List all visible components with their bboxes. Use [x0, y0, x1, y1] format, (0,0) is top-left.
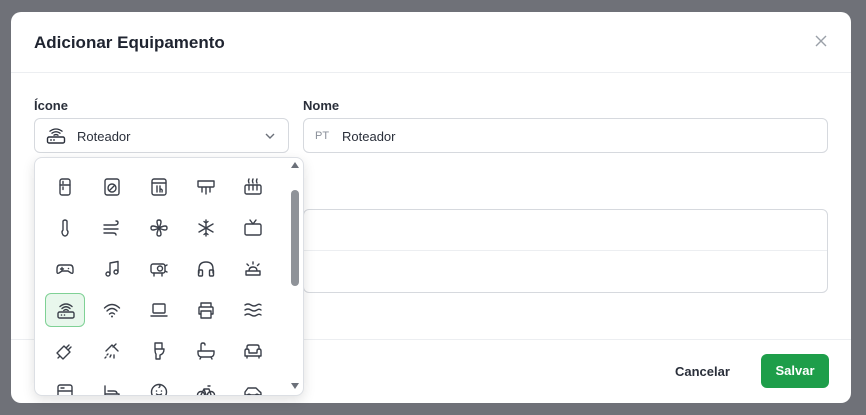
scroll-down-arrow-icon[interactable]: [290, 381, 300, 391]
icon-select-value: Roteador: [77, 129, 131, 144]
icon-option-wifi[interactable]: [92, 293, 132, 327]
plug-icon: [56, 344, 72, 360]
shower-icon: [104, 343, 119, 359]
close-icon[interactable]: [813, 33, 829, 49]
icon-option-bicycle[interactable]: [186, 375, 226, 395]
scrollbar-thumb[interactable]: [291, 190, 299, 286]
icon-option-shower[interactable]: [92, 334, 132, 368]
router-icon: [46, 128, 66, 144]
oven-icon: [151, 178, 167, 196]
air-conditioner-icon: [197, 180, 215, 195]
icon-option-air-conditioner[interactable]: [186, 170, 226, 204]
icon-option-fridge[interactable]: [45, 170, 85, 204]
alarm-icon: [245, 261, 261, 276]
washing-machine-icon: [104, 178, 120, 196]
divider: [304, 250, 827, 251]
icon-option-tv[interactable]: [233, 211, 273, 245]
icon-picker-dropdown: [34, 157, 304, 396]
language-prefix: PT: [315, 130, 330, 142]
snowflake-icon: [198, 219, 214, 237]
icon-option-washing-machine[interactable]: [92, 170, 132, 204]
save-button[interactable]: Salvar: [761, 354, 829, 388]
projector-icon: [150, 263, 168, 277]
icon-field-label: Ícone: [34, 98, 68, 113]
thermometer-icon: [61, 219, 69, 237]
icon-option-baby[interactable]: [139, 375, 179, 395]
icon-option-headphones[interactable]: [186, 252, 226, 286]
sofa-icon: [244, 344, 262, 359]
wifi-icon: [103, 303, 121, 318]
bicycle-icon: [196, 385, 216, 395]
modal-title: Adicionar Equipamento: [34, 33, 225, 52]
icon-option-laptop[interactable]: [139, 293, 179, 327]
icon-option-printer[interactable]: [186, 293, 226, 327]
icon-option-gamepad[interactable]: [45, 252, 85, 286]
name-field[interactable]: PT Roteador: [303, 118, 828, 153]
laptop-icon: [150, 303, 168, 317]
name-field-label: Nome: [303, 98, 340, 113]
baby-icon: [150, 383, 168, 395]
icon-option-bed[interactable]: [92, 375, 132, 395]
toilet-icon: [154, 342, 165, 360]
icon-option-snowflake[interactable]: [186, 211, 226, 245]
icon-option-wind[interactable]: [92, 211, 132, 245]
icon-option-toilet[interactable]: [139, 334, 179, 368]
icon-option-router[interactable]: [45, 293, 85, 327]
tv-icon: [244, 219, 262, 236]
icon-option-plug[interactable]: [45, 334, 85, 368]
icon-option-projector[interactable]: [139, 252, 179, 286]
cancel-button[interactable]: Cancelar: [675, 364, 730, 379]
icon-option-fan[interactable]: [139, 211, 179, 245]
icon-select[interactable]: Roteador: [34, 118, 289, 153]
bed-top-icon: [57, 384, 73, 395]
fan-icon: [150, 219, 168, 237]
fridge-icon: [59, 178, 71, 196]
icon-option-alarm[interactable]: [233, 252, 273, 286]
bathtub-icon: [197, 342, 215, 360]
heater-icon: [244, 178, 262, 195]
gamepad-icon: [56, 264, 74, 275]
name-field-value[interactable]: Roteador: [342, 129, 395, 144]
icon-option-car[interactable]: [233, 375, 273, 395]
icon-option-bed-top[interactable]: [45, 375, 85, 395]
car-icon: [244, 387, 262, 395]
modal-header: Adicionar Equipamento: [11, 12, 851, 73]
bed-icon: [104, 385, 120, 395]
router-icon: [57, 303, 75, 319]
icon-option-bathtub[interactable]: [186, 334, 226, 368]
description-field[interactable]: [303, 209, 828, 293]
icon-option-music[interactable]: [92, 252, 132, 286]
icon-option-waves[interactable]: [233, 293, 273, 327]
printer-icon: [198, 302, 214, 319]
icon-option-heater[interactable]: [233, 170, 273, 204]
music-icon: [105, 260, 119, 277]
wind-icon: [103, 220, 119, 236]
scroll-up-arrow-icon[interactable]: [290, 160, 300, 170]
chevron-down-icon: [265, 133, 275, 139]
waves-icon: [244, 303, 262, 317]
icon-option-sofa[interactable]: [233, 334, 273, 368]
headphones-icon: [197, 261, 215, 277]
icon-option-thermometer[interactable]: [45, 211, 85, 245]
icon-option-oven[interactable]: [139, 170, 179, 204]
